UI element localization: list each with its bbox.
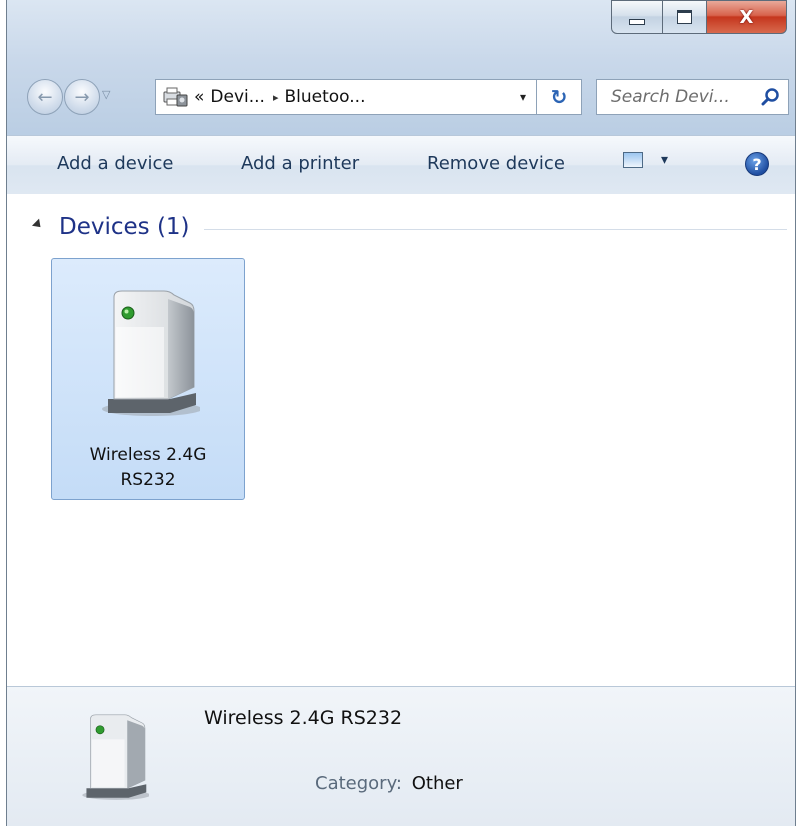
collapse-triangle-icon[interactable] bbox=[31, 218, 45, 231]
help-icon: ? bbox=[752, 154, 762, 174]
add-printer-button[interactable]: Add a printer bbox=[241, 153, 359, 174]
device-list-pane[interactable]: Devices (1) Wireless 2.4G RS232 bbox=[7, 194, 795, 686]
add-device-button[interactable]: Add a device bbox=[57, 153, 173, 174]
search-placeholder: Search Devi... bbox=[611, 87, 730, 107]
remove-device-button[interactable]: Remove device bbox=[427, 153, 565, 174]
devices-printers-icon bbox=[162, 86, 188, 108]
group-title: Devices (1) bbox=[59, 214, 190, 240]
breadcrumb-devices[interactable]: Devi... bbox=[210, 87, 265, 107]
device-name-line1: Wireless 2.4G bbox=[89, 445, 207, 465]
refresh-button[interactable]: ↻ bbox=[537, 79, 582, 115]
details-category: Category: Other bbox=[315, 773, 463, 794]
details-device-name: Wireless 2.4G RS232 bbox=[204, 707, 403, 729]
device-tile[interactable]: Wireless 2.4G RS232 bbox=[51, 258, 245, 500]
forward-arrow-icon: → bbox=[74, 86, 90, 108]
back-arrow-icon: ← bbox=[37, 86, 53, 108]
explorer-window: X ← → ▽ « Devi... ▸ Bluetoo... ▾ ↻ Searc… bbox=[6, 0, 796, 826]
address-bar[interactable]: « Devi... ▸ Bluetoo... ▾ bbox=[155, 79, 537, 115]
device-name-line2: RS232 bbox=[120, 470, 176, 490]
title-bar[interactable]: X bbox=[7, 0, 795, 60]
views-dropdown-icon[interactable]: ▾ bbox=[661, 152, 668, 168]
minimize-button[interactable] bbox=[611, 0, 663, 34]
device-tile-label: Wireless 2.4G RS232 bbox=[52, 443, 244, 493]
device-icon bbox=[102, 290, 200, 416]
address-dropdown-icon[interactable]: ▾ bbox=[510, 80, 536, 114]
change-view-button[interactable]: ▾ bbox=[623, 152, 668, 168]
category-label: Category: bbox=[315, 773, 402, 794]
maximize-icon bbox=[677, 10, 692, 24]
refresh-icon: ↻ bbox=[550, 85, 568, 109]
recent-pages-dropdown[interactable]: ▽ bbox=[102, 88, 110, 101]
minimize-icon bbox=[629, 19, 645, 25]
breadcrumb-separator[interactable]: ▸ bbox=[273, 91, 279, 104]
devices-group-header[interactable]: Devices (1) bbox=[31, 214, 787, 240]
maximize-button[interactable] bbox=[663, 0, 707, 34]
forward-button[interactable]: → bbox=[64, 79, 100, 115]
views-icon bbox=[623, 152, 643, 168]
breadcrumb-bluetooth[interactable]: Bluetoo... bbox=[284, 87, 365, 107]
address-overflow-chevron[interactable]: « bbox=[194, 87, 204, 107]
back-button[interactable]: ← bbox=[27, 79, 63, 115]
details-device-icon bbox=[82, 714, 149, 800]
category-value: Other bbox=[411, 773, 463, 794]
navigation-bar: ← → ▽ « Devi... ▸ Bluetoo... ▾ ↻ Search … bbox=[7, 70, 795, 118]
group-divider bbox=[203, 228, 787, 230]
close-icon: X bbox=[739, 6, 754, 28]
details-pane: Wireless 2.4G RS232 Category: Other bbox=[7, 686, 795, 826]
caption-buttons: X bbox=[611, 0, 787, 34]
command-bar: Add a device Add a printer Remove device… bbox=[7, 135, 795, 195]
close-button[interactable]: X bbox=[707, 0, 787, 34]
search-input[interactable]: Search Devi... bbox=[596, 79, 789, 115]
help-button[interactable]: ? bbox=[745, 152, 769, 176]
search-icon[interactable] bbox=[760, 87, 780, 107]
